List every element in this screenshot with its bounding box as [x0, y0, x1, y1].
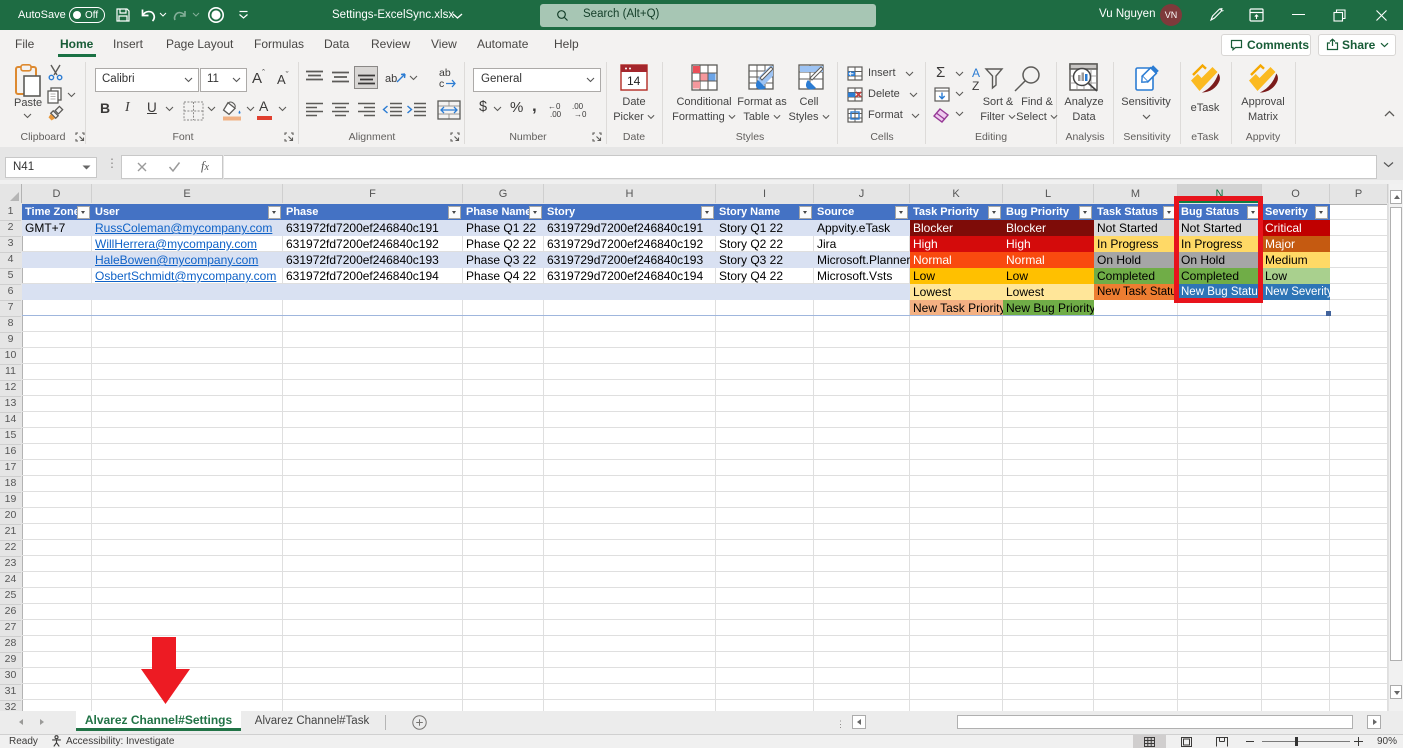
svg-text:Z: Z [972, 79, 979, 93]
svg-text:.00: .00 [550, 110, 562, 118]
svg-text:A: A [972, 66, 980, 80]
svg-text:c: c [439, 78, 444, 90]
svg-text:14: 14 [627, 74, 641, 88]
svg-text:→0: →0 [574, 110, 587, 118]
svg-text:ab: ab [385, 73, 397, 85]
